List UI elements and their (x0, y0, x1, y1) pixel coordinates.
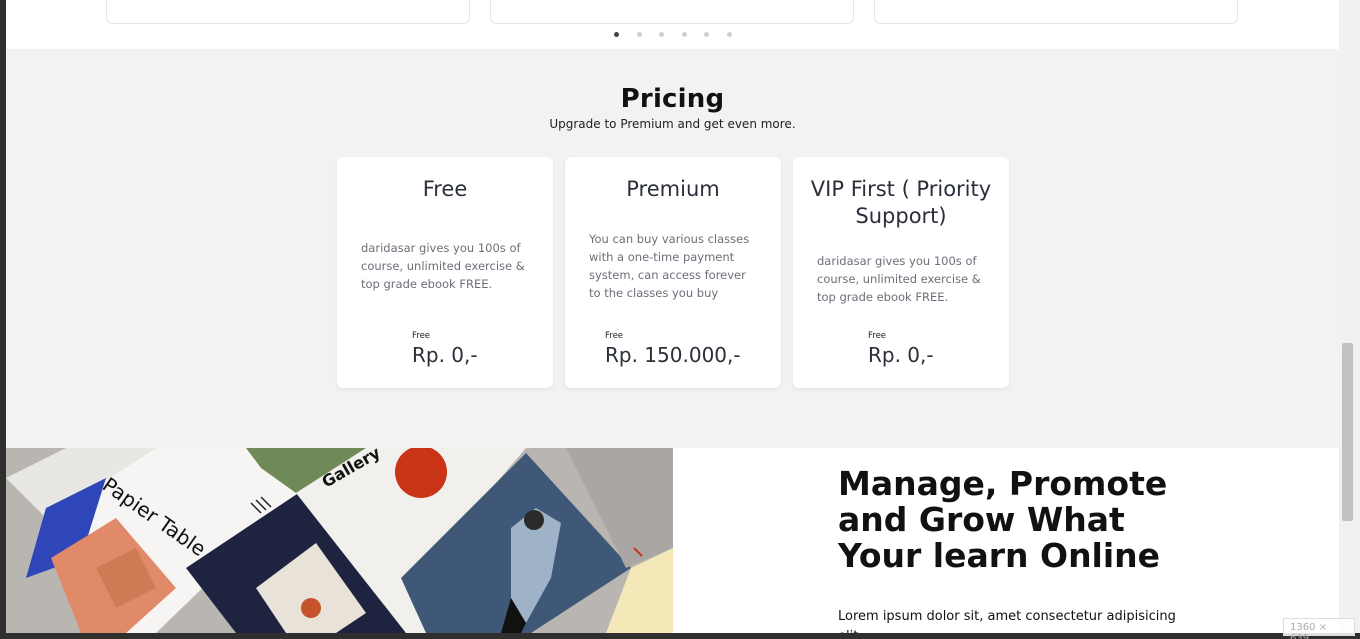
hero-mockup-image: Papier Table Gallery (6, 448, 673, 633)
testimonial-carousel (6, 0, 1339, 49)
page-scrollbar[interactable] (1339, 0, 1360, 633)
plan-description: daridasar gives you 100s of course, unli… (361, 241, 525, 291)
scrollbar-thumb[interactable] (1342, 343, 1353, 521)
carousel-dot-5[interactable] (704, 32, 709, 37)
carousel-dot-6[interactable] (726, 32, 732, 37)
hero-heading: Manage, Promote and Grow What Your learn… (838, 464, 1168, 575)
plan-price-label: Free (605, 331, 624, 341)
plan-name: Premium (626, 177, 720, 201)
testimonial-card (490, 0, 854, 24)
window-bottom-edge (0, 633, 1360, 639)
carousel-dot-2[interactable] (636, 32, 642, 37)
hero-paragraph: Lorem ipsum dolor sit, amet consectetur … (838, 609, 1176, 633)
pricing-subtitle: Upgrade to Premium and get even more. (549, 117, 796, 131)
plan-price: Rp. 0,- (412, 343, 478, 367)
testimonial-card (106, 0, 470, 24)
plan-price-label: Free (868, 331, 887, 341)
plan-price: Rp. 0,- (868, 343, 934, 367)
plan-name: VIP First ( Priority Support) (810, 177, 992, 228)
features-hero: Papier Table Gallery Manage, Promote and… (6, 448, 1339, 633)
carousel-dot-4[interactable] (681, 32, 687, 37)
carousel-dot-3[interactable] (659, 32, 664, 37)
plan-description: daridasar gives you 100s of course, unli… (817, 254, 981, 304)
plan-name: Free (422, 177, 468, 201)
carousel-dot-1[interactable] (614, 32, 619, 37)
plan-card-free[interactable]: Free daridasar gives you 100s of course,… (337, 157, 553, 388)
testimonial-card (874, 0, 1238, 24)
page-viewport: Pricing Upgrade to Premium and get even … (6, 0, 1339, 633)
plan-description: You can buy various classes with a one-t… (589, 232, 750, 300)
mockup-collage-illustration: Papier Table Gallery (6, 448, 673, 633)
plan-price: Rp. 150.000,- (605, 343, 741, 367)
pricing-title: Pricing (620, 84, 725, 114)
plan-price-label: Free (412, 331, 431, 341)
window-size-badge: 1360 × 639 (1283, 618, 1355, 639)
carousel-dots (614, 32, 749, 37)
plan-card-premium[interactable]: Premium You can buy various classes with… (565, 157, 781, 388)
plan-card-vip[interactable]: VIP First ( Priority Support) daridasar … (793, 157, 1009, 388)
pricing-section: Pricing Upgrade to Premium and get even … (6, 49, 1339, 448)
